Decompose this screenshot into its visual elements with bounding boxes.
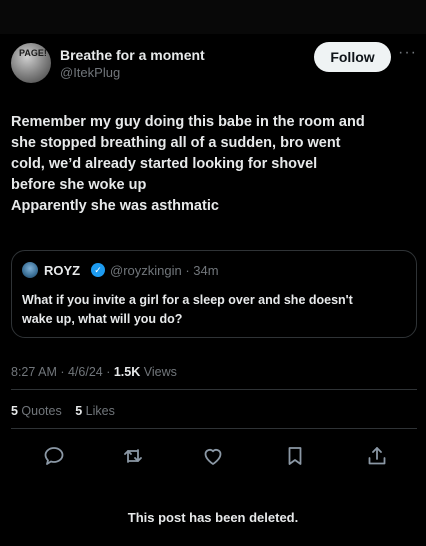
- avatar[interactable]: PAGE!: [11, 43, 51, 83]
- quotes-label[interactable]: Quotes: [18, 404, 61, 418]
- author-handle[interactable]: @ItekPlug: [60, 65, 120, 80]
- quoted-text-line: What if you invite a girl for a sleep ov…: [22, 293, 353, 307]
- verified-badge-icon: ✓: [91, 263, 105, 277]
- repost-icon[interactable]: [121, 444, 145, 468]
- reply-icon[interactable]: [42, 444, 66, 468]
- views-count[interactable]: 1.5K: [114, 365, 140, 379]
- like-icon[interactable]: [201, 444, 225, 468]
- post-text-line: Apparently she was asthmatic: [11, 198, 219, 214]
- more-horizontal-icon[interactable]: ···: [398, 44, 417, 62]
- quotes-count[interactable]: 5: [11, 404, 18, 418]
- bookmark-icon[interactable]: [283, 444, 307, 468]
- post-meta: 8:27 AM · 4/6/24 · 1.5K Views: [11, 365, 177, 379]
- likes-label[interactable]: Likes: [82, 404, 115, 418]
- views-label: Views: [140, 365, 177, 379]
- quoted-author-name: ROYZ: [44, 263, 81, 278]
- top-bar: [0, 0, 426, 34]
- post-text-line: Remember my guy doing this babe in the r…: [11, 114, 365, 130]
- quoted-author-handle-time: @royzkingin · 34m: [110, 263, 219, 278]
- post-timestamp: 8:27 AM · 4/6/24 ·: [11, 365, 114, 379]
- divider: [11, 428, 417, 429]
- post-text-line: she stopped breathing all of a sudden, b…: [11, 135, 341, 151]
- quoted-author-avatar: [22, 262, 38, 278]
- quoted-post-card[interactable]: ROYZ ✓ @royzkingin · 34m What if you inv…: [11, 250, 417, 338]
- quoted-text-line: wake up, what will you do?: [22, 312, 183, 326]
- follow-button[interactable]: Follow: [314, 42, 391, 72]
- post-text-line: cold, we’d already started looking for s…: [11, 156, 318, 172]
- post-text-line: before she woke up: [11, 177, 147, 193]
- avatar-logo-text: PAGE!: [19, 48, 47, 58]
- divider: [11, 389, 417, 390]
- share-icon[interactable]: [365, 444, 389, 468]
- deleted-notice: This post has been deleted.: [127, 510, 299, 525]
- quoted-post-text: What if you invite a girl for a sleep ov…: [22, 291, 406, 329]
- post-text: Remember my guy doing this babe in the r…: [11, 112, 421, 217]
- author-name[interactable]: Breathe for a moment: [60, 47, 205, 63]
- post-stats: 5 Quotes 5 Likes: [11, 404, 125, 418]
